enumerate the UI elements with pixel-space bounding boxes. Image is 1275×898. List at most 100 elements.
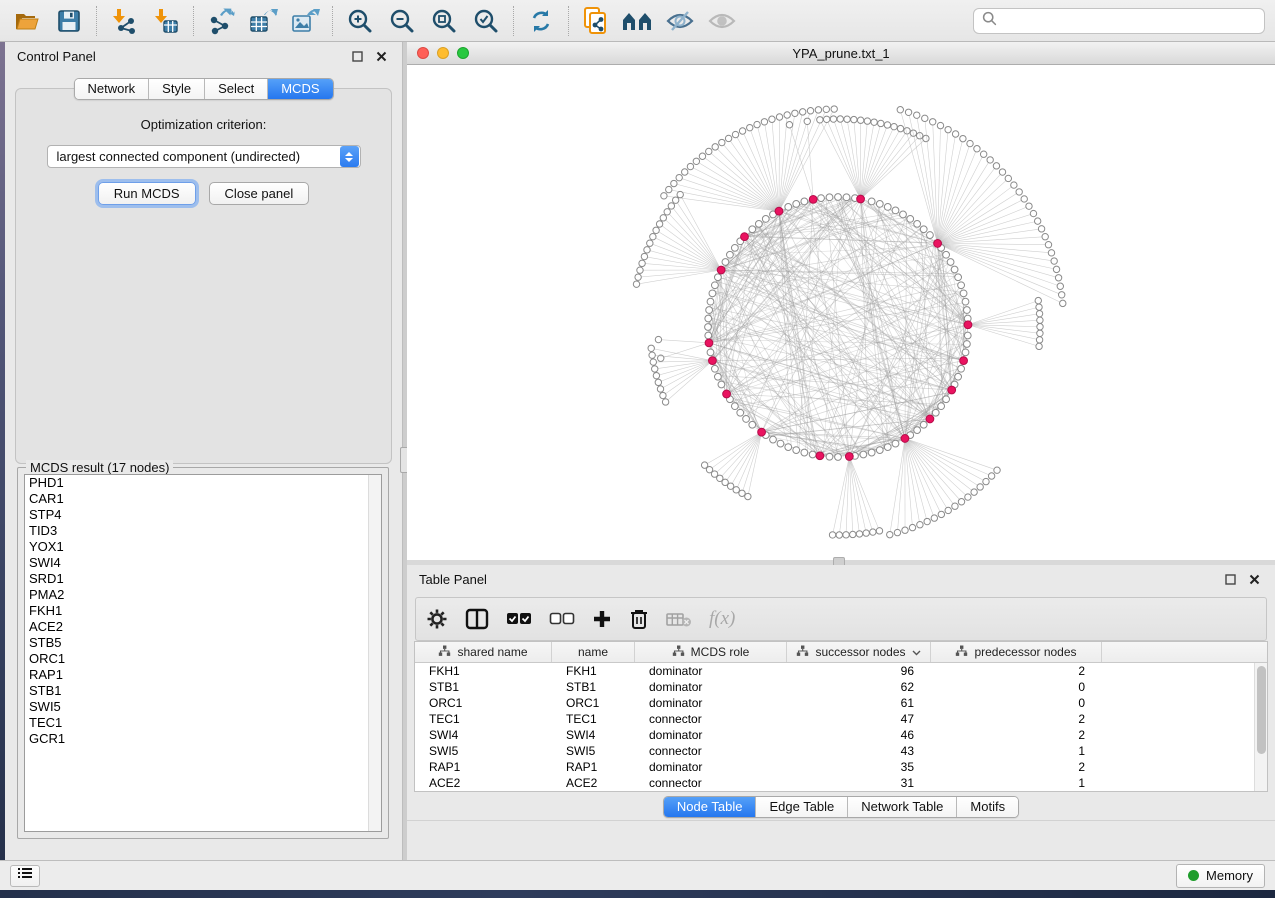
table-vertical-scrollbar[interactable] xyxy=(1254,663,1267,791)
zoom-in-button[interactable] xyxy=(343,4,377,38)
mcds-result-item[interactable]: SWI4 xyxy=(25,555,381,571)
network-graph[interactable] xyxy=(407,65,1275,560)
select-all-button[interactable] xyxy=(506,604,532,634)
export-image-button[interactable] xyxy=(288,4,322,38)
tab-style[interactable]: Style xyxy=(148,79,204,99)
table-cell[interactable]: 35 xyxy=(787,759,931,775)
table-row[interactable]: STB1STB1dominator620 xyxy=(415,679,1254,695)
close-panel-icon[interactable] xyxy=(372,47,390,65)
export-network-button[interactable] xyxy=(204,4,238,38)
new-network-from-selection-button[interactable] xyxy=(579,4,613,38)
float-panel-icon[interactable] xyxy=(348,47,366,65)
mcds-result-item[interactable]: FKH1 xyxy=(25,603,381,619)
import-network-button[interactable] xyxy=(107,4,141,38)
close-panel-button[interactable]: Close panel xyxy=(209,182,310,205)
table-row[interactable]: SWI4SWI4dominator462 xyxy=(415,727,1254,743)
mcds-result-list[interactable]: PHD1CAR1STP4TID3YOX1SWI4SRD1PMA2FKH1ACE2… xyxy=(24,474,382,832)
mcds-result-item[interactable]: YOX1 xyxy=(25,539,381,555)
mcds-result-item[interactable]: GCR1 xyxy=(25,731,381,747)
export-table-button[interactable] xyxy=(246,4,280,38)
table-cell[interactable]: connector xyxy=(635,743,787,759)
table-cell[interactable]: connector xyxy=(635,711,787,727)
zoom-selected-button[interactable] xyxy=(469,4,503,38)
table-row[interactable]: ORC1ORC1dominator610 xyxy=(415,695,1254,711)
table-cell[interactable]: 61 xyxy=(787,695,931,711)
table-cell[interactable]: dominator xyxy=(635,759,787,775)
tab-select[interactable]: Select xyxy=(204,79,267,99)
memory-button[interactable]: Memory xyxy=(1176,864,1265,888)
float-panel-icon[interactable] xyxy=(1221,570,1239,588)
table-row[interactable]: TEC1TEC1connector472 xyxy=(415,711,1254,727)
mcds-result-item[interactable]: TEC1 xyxy=(25,715,381,731)
table-cell[interactable]: 31 xyxy=(787,775,931,791)
table-cell[interactable]: SWI4 xyxy=(552,727,635,743)
table-cell[interactable]: 1 xyxy=(931,775,1102,791)
tab-node-table[interactable]: Node Table xyxy=(664,797,756,817)
import-table-button[interactable] xyxy=(149,4,183,38)
show-task-history-button[interactable] xyxy=(10,865,40,887)
table-cell[interactable]: 62 xyxy=(787,679,931,695)
table-cell[interactable]: 2 xyxy=(931,663,1102,679)
mcds-list-scrollbar[interactable] xyxy=(368,475,381,831)
table-cell[interactable]: ORC1 xyxy=(415,695,552,711)
table-cell[interactable]: TEC1 xyxy=(552,711,635,727)
mcds-result-item[interactable]: SRD1 xyxy=(25,571,381,587)
table-row[interactable]: SWI5SWI5connector431 xyxy=(415,743,1254,759)
close-panel-icon[interactable] xyxy=(1245,570,1263,588)
table-cell[interactable]: 46 xyxy=(787,727,931,743)
table-cell[interactable]: SWI5 xyxy=(552,743,635,759)
mcds-result-item[interactable]: PMA2 xyxy=(25,587,381,603)
tab-motifs[interactable]: Motifs xyxy=(956,797,1018,817)
table-cell[interactable]: dominator xyxy=(635,679,787,695)
mcds-result-item[interactable]: RAP1 xyxy=(25,667,381,683)
table-cell[interactable]: dominator xyxy=(635,695,787,711)
table-cell[interactable]: connector xyxy=(635,775,787,791)
mcds-result-item[interactable]: CAR1 xyxy=(25,491,381,507)
table-cell[interactable]: 43 xyxy=(787,743,931,759)
tab-network-table[interactable]: Network Table xyxy=(847,797,956,817)
table-cell[interactable]: SWI4 xyxy=(415,727,552,743)
run-mcds-button[interactable]: Run MCDS xyxy=(98,182,196,205)
table-cell[interactable]: STB1 xyxy=(415,679,552,695)
table-cell[interactable]: ACE2 xyxy=(552,775,635,791)
scrollbar-thumb[interactable] xyxy=(1257,666,1266,754)
table-cell[interactable]: 2 xyxy=(931,759,1102,775)
zoom-fit-button[interactable] xyxy=(427,4,461,38)
column-header-predecessor-nodes[interactable]: predecessor nodes xyxy=(931,642,1102,662)
table-cell[interactable]: ACE2 xyxy=(415,775,552,791)
table-cell[interactable]: 96 xyxy=(787,663,931,679)
tab-mcds[interactable]: MCDS xyxy=(267,79,332,99)
table-cell[interactable]: RAP1 xyxy=(415,759,552,775)
mcds-result-item[interactable]: STP4 xyxy=(25,507,381,523)
open-file-button[interactable] xyxy=(10,4,44,38)
table-row[interactable]: FKH1FKH1dominator962 xyxy=(415,663,1254,679)
table-settings-button[interactable] xyxy=(426,604,448,634)
table-cell[interactable]: 1 xyxy=(931,743,1102,759)
show-columns-button[interactable] xyxy=(465,604,489,634)
column-header-name[interactable]: name xyxy=(552,642,635,662)
table-cell[interactable]: SWI5 xyxy=(415,743,552,759)
table-cell[interactable]: 2 xyxy=(931,727,1102,743)
table-cell[interactable]: RAP1 xyxy=(552,759,635,775)
mcds-result-item[interactable]: TID3 xyxy=(25,523,381,539)
column-header-shared-name[interactable]: shared name xyxy=(415,642,552,662)
column-header-MCDS-role[interactable]: MCDS role xyxy=(635,642,787,662)
column-header-successor-nodes[interactable]: successor nodes xyxy=(787,642,931,662)
table-cell[interactable]: ORC1 xyxy=(552,695,635,711)
table-cell[interactable]: 47 xyxy=(787,711,931,727)
mcds-result-item[interactable]: ORC1 xyxy=(25,651,381,667)
first-neighbors-button[interactable] xyxy=(621,4,655,38)
save-session-button[interactable] xyxy=(52,4,86,38)
show-all-button[interactable] xyxy=(705,4,739,38)
mcds-result-item[interactable]: PHD1 xyxy=(25,475,381,491)
table-cell[interactable]: 0 xyxy=(931,695,1102,711)
table-cell[interactable]: 0 xyxy=(931,679,1102,695)
table-cell[interactable]: TEC1 xyxy=(415,711,552,727)
table-row[interactable]: ACE2ACE2connector311 xyxy=(415,775,1254,791)
table-cell[interactable]: 2 xyxy=(931,711,1102,727)
zoom-out-button[interactable] xyxy=(385,4,419,38)
table-cell[interactable]: STB1 xyxy=(552,679,635,695)
add-column-button[interactable] xyxy=(592,604,612,634)
refresh-view-button[interactable] xyxy=(524,4,558,38)
table-cell[interactable]: dominator xyxy=(635,663,787,679)
